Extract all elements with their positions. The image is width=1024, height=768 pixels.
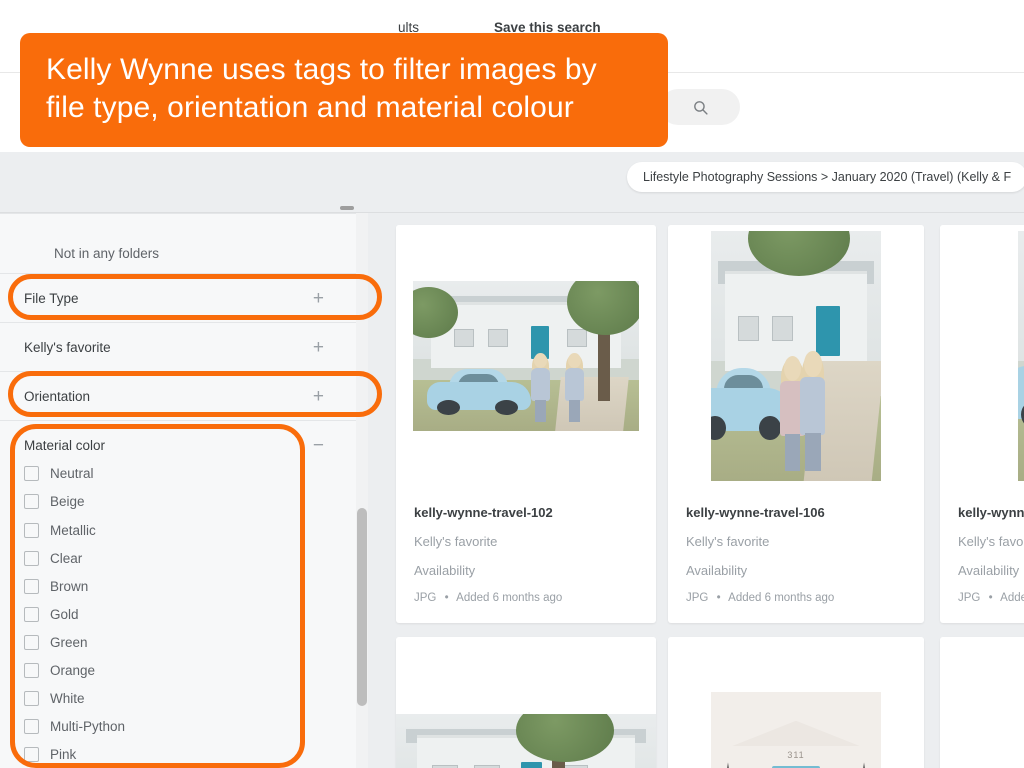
sidebar-section-label: Kelly's favorite	[24, 339, 111, 355]
separator-dot: •	[988, 592, 993, 604]
asset-thumbnail[interactable]	[668, 225, 924, 487]
asset-availability-field: Availability	[414, 563, 476, 578]
material-color-option[interactable]: Metallic	[0, 516, 340, 544]
option-label: Multi-Python	[50, 718, 126, 734]
asset-title: kelly-wynn	[958, 505, 1024, 520]
checkbox-icon[interactable]	[24, 746, 39, 762]
sidebar-section-orientation[interactable]: Orientation +	[0, 372, 356, 420]
asset-metadata: kelly-wynne-travel-102 Kelly's favorite …	[396, 487, 656, 604]
asset-card[interactable]: kelly-wynn Kelly's favo Availability JPG…	[940, 225, 1024, 623]
search-icon	[692, 99, 709, 116]
option-label: Beige	[50, 493, 85, 509]
asset-tag-field: Kelly's favo	[958, 534, 1024, 549]
sidebar-scroll-nub	[340, 206, 354, 210]
separator-dot: •	[444, 592, 449, 604]
asset-file-type: JPG	[414, 592, 437, 604]
app-root: ults Save this search Lifestyle Photogra…	[0, 0, 1024, 768]
asset-card[interactable]: kelly-wynne-travel-106 Kelly's favorite …	[668, 225, 924, 623]
door-number-label: 311	[787, 749, 805, 760]
asset-footer: JPG • Added 6 months ago	[414, 592, 638, 604]
asset-card[interactable]	[940, 637, 1024, 768]
option-label: Neutral	[50, 465, 94, 481]
results-grid: kelly-wynne-travel-102 Kelly's favorite …	[368, 213, 1024, 768]
plus-icon[interactable]: +	[313, 338, 324, 357]
option-label: Metallic	[50, 522, 96, 538]
sidebar-section-label: Material color	[24, 437, 106, 453]
plus-icon[interactable]: +	[313, 387, 324, 406]
option-label: Brown	[50, 578, 89, 594]
sidebar-section-kellys-favorite[interactable]: Kelly's favorite +	[0, 323, 356, 371]
option-label: Clear	[50, 550, 83, 566]
option-label: White	[50, 690, 85, 706]
sidebar-section-file-type[interactable]: File Type +	[0, 274, 356, 322]
asset-file-type: JPG	[958, 592, 981, 604]
asset-added-date: Added 6 months ago	[456, 592, 563, 604]
filters-sidebar: Not in any folders File Type + Kelly's f…	[0, 213, 356, 768]
checkbox-icon[interactable]	[24, 662, 39, 678]
asset-file-type: JPG	[686, 592, 709, 604]
asset-added-date: Adde	[1000, 592, 1024, 604]
checkbox-icon[interactable]	[24, 718, 39, 734]
asset-footer: JPG • Adde	[958, 592, 1024, 604]
plus-icon[interactable]: +	[313, 289, 324, 308]
breadcrumb-chip[interactable]: Lifestyle Photography Sessions > January…	[627, 162, 1024, 192]
asset-thumbnail[interactable]	[940, 225, 1024, 487]
asset-availability-field: Availability	[686, 563, 748, 578]
material-color-option[interactable]: Pink	[0, 740, 340, 768]
option-label: Orange	[50, 662, 96, 678]
minus-icon[interactable]: −	[313, 436, 324, 455]
checkbox-icon[interactable]	[24, 690, 39, 706]
asset-thumbnail[interactable]	[940, 637, 1024, 768]
asset-tag-field: Kelly's favorite	[686, 534, 770, 549]
sidebar-section-label: File Type	[24, 290, 79, 306]
material-color-option[interactable]: Neutral	[0, 459, 340, 487]
asset-added-date: Added 6 months ago	[728, 592, 835, 604]
not-in-any-folders-item[interactable]: Not in any folders	[54, 246, 159, 261]
material-color-option[interactable]: Green	[0, 628, 340, 656]
material-color-option[interactable]: Beige	[0, 487, 340, 515]
search-input[interactable]	[660, 89, 740, 125]
asset-footer: JPG • Added 6 months ago	[686, 592, 906, 604]
annotation-callout: Kelly Wynne uses tags to filter images b…	[20, 33, 668, 147]
material-color-option[interactable]: Gold	[0, 600, 340, 628]
asset-metadata: kelly-wynne-travel-106 Kelly's favorite …	[668, 487, 924, 604]
sidebar-top-divider	[0, 213, 356, 214]
asset-thumbnail[interactable]	[396, 225, 656, 487]
checkbox-icon[interactable]	[24, 522, 39, 538]
sidebar-section-label: Orientation	[24, 388, 91, 404]
material-color-option[interactable]: Brown	[0, 572, 340, 600]
material-color-option[interactable]: Multi-Python	[0, 712, 340, 740]
asset-card[interactable]: 311	[668, 637, 924, 768]
asset-tag-field: Kelly's favorite	[414, 534, 498, 549]
checkbox-icon[interactable]	[24, 493, 39, 509]
material-color-option[interactable]: Clear	[0, 544, 340, 572]
checkbox-icon[interactable]	[24, 606, 39, 622]
asset-title: kelly-wynne-travel-102	[414, 505, 553, 520]
option-label: Gold	[50, 606, 79, 622]
checkbox-icon[interactable]	[24, 578, 39, 594]
separator-dot: •	[716, 592, 721, 604]
option-label: Pink	[50, 746, 77, 762]
sidebar-scrollbar-thumb[interactable]	[357, 508, 367, 706]
asset-thumbnail[interactable]: 311	[668, 637, 924, 768]
checkbox-icon[interactable]	[24, 465, 39, 481]
asset-card[interactable]: kelly-wynne-travel-102 Kelly's favorite …	[396, 225, 656, 623]
material-color-option[interactable]: Orange	[0, 656, 340, 684]
option-label: Green	[50, 634, 88, 650]
material-color-option[interactable]: White	[0, 684, 340, 712]
asset-card[interactable]	[396, 637, 656, 768]
checkbox-icon[interactable]	[24, 550, 39, 566]
asset-title: kelly-wynne-travel-106	[686, 505, 825, 520]
asset-availability-field: Availability	[958, 563, 1020, 578]
asset-metadata: kelly-wynn Kelly's favo Availability JPG…	[940, 487, 1024, 604]
checkbox-icon[interactable]	[24, 634, 39, 650]
asset-thumbnail[interactable]	[396, 637, 656, 768]
